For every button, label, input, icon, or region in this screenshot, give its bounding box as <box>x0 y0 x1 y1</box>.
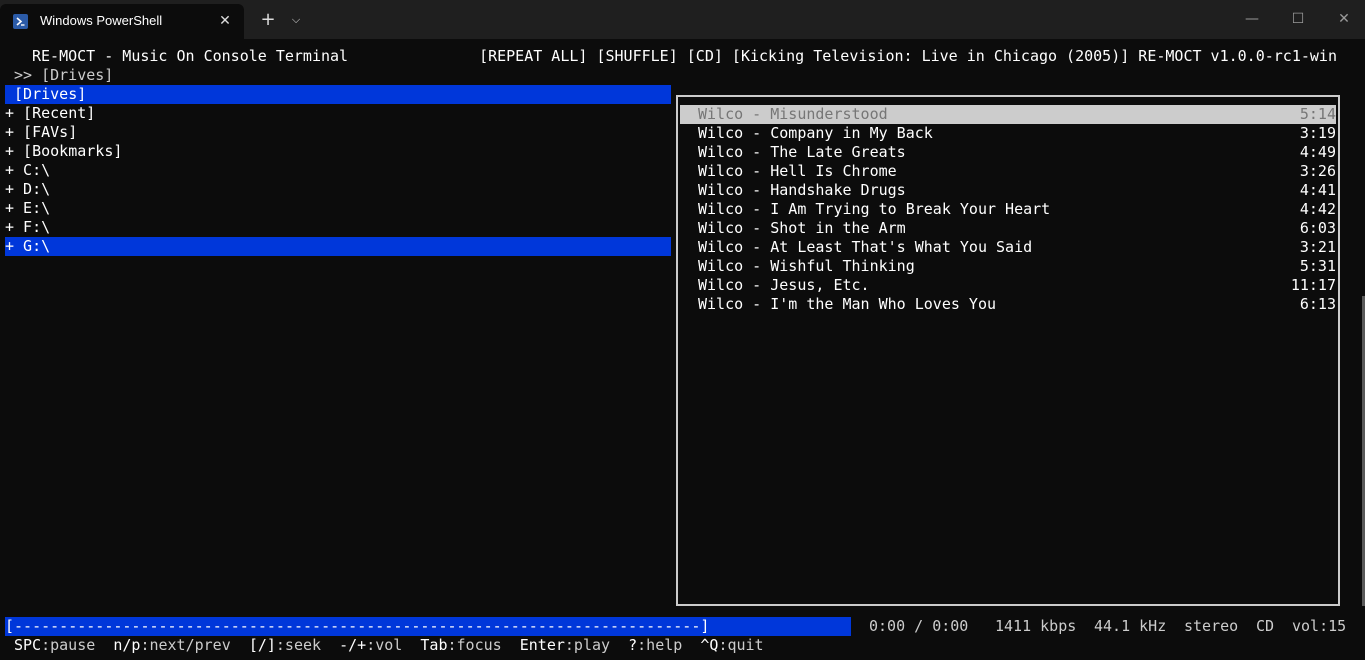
tree-item[interactable]: + [Bookmarks] <box>5 142 671 161</box>
progress-bar[interactable]: [---------------------------------------… <box>5 617 851 636</box>
track-duration: 3:26 <box>1299 162 1336 180</box>
new-tab-plus-icon[interactable]: + <box>256 8 280 32</box>
tree-item[interactable]: + F:\ <box>5 218 671 237</box>
close-window-button[interactable]: ✕ <box>1321 0 1365 39</box>
playback-status: [REPEAT ALL] [SHUFFLE] [CD] [Kicking Tel… <box>479 47 1337 65</box>
keybind-action: :play <box>564 636 611 654</box>
playlist-track[interactable]: Wilco - Handshake Drugs 4:41 <box>680 181 1336 200</box>
track-duration: 6:03 <box>1299 219 1336 237</box>
samplerate-display: 44.1 kHz <box>1094 617 1167 635</box>
tree-item[interactable]: + E:\ <box>5 199 671 218</box>
keybind-action: :seek <box>275 636 322 654</box>
time-display: 0:00 / 0:00 <box>869 617 969 635</box>
tab-powershell[interactable]: Windows PowerShell ✕ <box>0 4 244 39</box>
keybind-action: :vol <box>366 636 403 654</box>
minimize-button[interactable]: — <box>1229 0 1275 39</box>
playlist-track[interactable]: Wilco - At Least That's What You Said 3:2… <box>680 238 1336 257</box>
keybind-key: SPC <box>14 636 42 654</box>
track-duration: 11:17 <box>1290 276 1336 294</box>
track-title: Wilco - I Am Trying to Break Your Heart <box>698 200 1051 218</box>
app-title: RE-MOCT - Music On Console Terminal <box>32 47 349 65</box>
tree-item[interactable]: + G:\ <box>5 237 671 256</box>
playlist-track[interactable]: Wilco - Hell Is Chrome 3:26 <box>680 162 1336 181</box>
keybind-key: n/p <box>113 636 141 654</box>
tab-title: Windows PowerShell <box>40 13 163 28</box>
tree-item[interactable]: [Drives] <box>5 85 671 104</box>
track-title: Wilco - I'm the Man Who Loves You <box>698 295 997 313</box>
keybind-key: -/+ <box>339 636 367 654</box>
playlist-panel: Wilco - Misunderstood 5:14 Wilco - Company… <box>676 95 1340 606</box>
keybind-key: Tab <box>420 636 448 654</box>
playlist-track[interactable]: Wilco - Misunderstood 5:14 <box>680 105 1336 124</box>
track-title: Wilco - Wishful Thinking <box>698 257 915 275</box>
keybind-key: Enter <box>519 636 565 654</box>
track-title: Wilco - Misunderstood <box>698 105 888 123</box>
playlist-track[interactable]: Wilco - I Am Trying to Break Your Heart 4… <box>680 200 1336 219</box>
keybind-key: ^Q <box>700 636 719 654</box>
powershell-icon <box>13 14 28 29</box>
track-duration: 5:14 <box>1299 105 1336 123</box>
current-path: >> [Drives] <box>14 66 114 84</box>
track-duration: 4:42 <box>1299 200 1336 218</box>
title-bar: Windows PowerShell ✕ + ⌵ — ☐ ✕ <box>0 0 1365 39</box>
keybind-action: :focus <box>447 636 502 654</box>
volume-display: vol:15 <box>1292 617 1347 635</box>
keybind-key: [/] <box>248 636 276 654</box>
keybind-action: :quit <box>718 636 764 654</box>
playlist-track[interactable]: Wilco - The Late Greats 4:49 <box>680 143 1336 162</box>
chevron-down-icon[interactable]: ⌵ <box>286 8 306 32</box>
track-duration: 5:31 <box>1299 257 1336 275</box>
playlist-track[interactable]: Wilco - Jesus, Etc. 11:17 <box>680 276 1336 295</box>
maximize-button[interactable]: ☐ <box>1275 0 1321 39</box>
track-title: Wilco - At Least That's What You Said <box>698 238 1033 256</box>
track-title: Wilco - Company in My Back <box>698 124 933 142</box>
tree-item[interactable]: + D:\ <box>5 180 671 199</box>
playlist-track[interactable]: Wilco - Wishful Thinking 5:31 <box>680 257 1336 276</box>
keybind-help: SPC:pause n/p:next/prev [/]:seek -/+:vol… <box>14 636 764 655</box>
keybind-action: :help <box>637 636 683 654</box>
track-duration: 4:49 <box>1299 143 1336 161</box>
source-display: CD <box>1256 617 1275 635</box>
playlist-track[interactable]: Wilco - I'm the Man Who Loves You 6:13 <box>680 295 1336 314</box>
tab-close-icon[interactable]: ✕ <box>214 10 236 32</box>
track-title: Wilco - Hell Is Chrome <box>698 162 897 180</box>
playlist-track[interactable]: Wilco - Shot in the Arm 6:03 <box>680 219 1336 238</box>
tree-item[interactable]: + [Recent] <box>5 104 671 123</box>
track-title: Wilco - The Late Greats <box>698 143 906 161</box>
playlist-track[interactable]: Wilco - Company in My Back 3:19 <box>680 124 1336 143</box>
keybind-action: :next/prev <box>140 636 231 654</box>
track-duration: 6:13 <box>1299 295 1336 313</box>
track-title: Wilco - Handshake Drugs <box>698 181 906 199</box>
channels-display: stereo <box>1184 617 1239 635</box>
bitrate-display: 1411 kbps <box>995 617 1077 635</box>
track-title: Wilco - Shot in the Arm <box>698 219 906 237</box>
track-duration: 3:19 <box>1299 124 1336 142</box>
tree-item[interactable]: + [FAVs] <box>5 123 671 142</box>
track-duration: 4:41 <box>1299 181 1336 199</box>
track-title: Wilco - Jesus, Etc. <box>698 276 870 294</box>
keybind-action: :pause <box>41 636 96 654</box>
tree-item[interactable]: + C:\ <box>5 161 671 180</box>
keybind-key: ? <box>628 636 638 654</box>
track-duration: 3:21 <box>1299 238 1336 256</box>
